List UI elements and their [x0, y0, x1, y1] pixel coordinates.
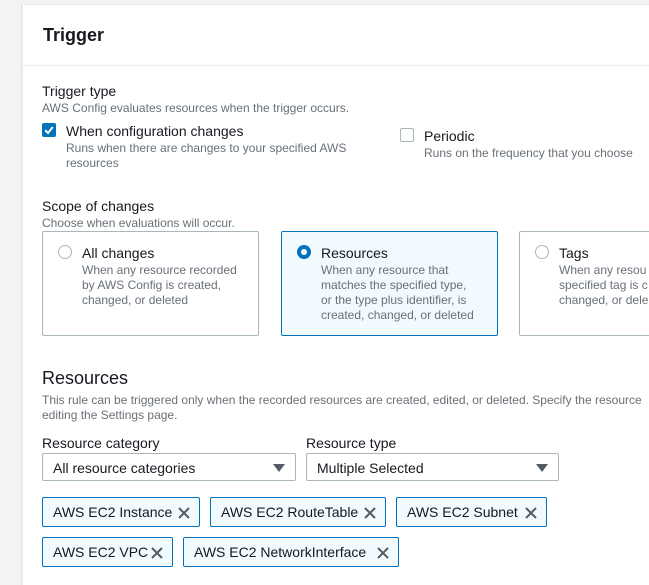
close-icon[interactable] [177, 506, 191, 520]
resource-category-value: All resource categories [53, 460, 196, 476]
tags-radio[interactable] [535, 245, 549, 259]
trigger-type-description: AWS Config evaluates resources when the … [42, 101, 350, 115]
token-ec2-instance: AWS EC2 Instance [42, 497, 200, 527]
all-changes-desc-line: by AWS Config is created, [82, 278, 221, 292]
token-label: AWS EC2 Subnet [407, 504, 518, 520]
check-icon [44, 126, 54, 135]
all-changes-title: All changes [82, 245, 155, 261]
panel-title: Trigger [43, 25, 105, 45]
resources-description-1: This rule can be triggered only when the… [42, 393, 642, 407]
resource-type-value: Multiple Selected [317, 460, 424, 476]
when-config-changes-checkbox[interactable] [42, 123, 56, 137]
scope-label: Scope of changes [42, 198, 155, 214]
all-changes-radio[interactable] [58, 245, 72, 259]
chevron-down-icon [536, 464, 548, 472]
token-ec2-networkinterface: AWS EC2 NetworkInterface [183, 537, 399, 567]
resources-radio[interactable] [297, 245, 311, 259]
resource-type-select[interactable]: Multiple Selected [306, 453, 559, 481]
resources-desc-line: created, changed, or deleted [321, 308, 474, 322]
close-icon[interactable] [150, 546, 164, 560]
token-label: AWS EC2 Instance [53, 504, 173, 520]
close-icon[interactable] [524, 506, 538, 520]
scope-description: Choose when evaluations will occur. [42, 216, 235, 230]
panel-header: Trigger [23, 5, 649, 66]
tags-title: Tags [559, 245, 589, 261]
chevron-down-icon [273, 464, 285, 472]
resource-category-select[interactable]: All resource categories [42, 453, 296, 481]
resources-desc: When any resource that matches the speci… [321, 263, 486, 323]
tags-desc-line: changed, or dele [559, 293, 649, 307]
scope-card-tags[interactable]: Tags When any resou specified tag is c c… [519, 231, 649, 336]
token-ec2-routetable: AWS EC2 RouteTable [210, 497, 386, 527]
periodic-desc: Runs on the frequency that you choose [424, 146, 633, 160]
resources-desc-line: matches the specified type, [321, 278, 467, 292]
all-changes-desc: When any resource recorded by AWS Config… [82, 263, 247, 308]
resource-type-label: Resource type [306, 435, 397, 451]
scope-card-resources[interactable]: Resources When any resource that matches… [281, 231, 498, 336]
periodic-checkbox[interactable] [400, 128, 414, 142]
scope-card-all-changes[interactable]: All changes When any resource recorded b… [42, 231, 259, 336]
token-ec2-subnet: AWS EC2 Subnet [396, 497, 547, 527]
when-config-changes-label[interactable]: When configuration changes [66, 123, 243, 139]
token-label: AWS EC2 VPC [53, 544, 149, 560]
when-config-changes-desc-1: Runs when there are changes to your spec… [66, 141, 347, 155]
resources-title: Resources [321, 245, 388, 261]
tags-desc: When any resou specified tag is c change… [559, 263, 649, 308]
periodic-label[interactable]: Periodic [424, 128, 475, 144]
token-ec2-vpc: AWS EC2 VPC [42, 537, 173, 567]
resources-heading: Resources [42, 368, 129, 388]
tags-desc-line: When any resou [559, 263, 647, 277]
all-changes-desc-line: When any resource recorded [82, 263, 237, 277]
close-icon[interactable] [376, 546, 390, 560]
resources-desc-line: or the type plus identifier, is [321, 293, 467, 307]
resources-desc-line: When any resource that [321, 263, 449, 277]
close-icon[interactable] [363, 506, 377, 520]
token-label: AWS EC2 NetworkInterface [194, 544, 367, 560]
token-label: AWS EC2 RouteTable [221, 504, 359, 520]
resource-category-label: Resource category [42, 435, 160, 451]
when-config-changes-desc-2: resources [66, 156, 119, 170]
all-changes-desc-line: changed, or deleted [82, 293, 189, 307]
trigger-type-label: Trigger type [42, 83, 117, 99]
tags-desc-line: specified tag is c [559, 278, 648, 292]
resources-description-2: editing the Settings page. [42, 408, 178, 422]
